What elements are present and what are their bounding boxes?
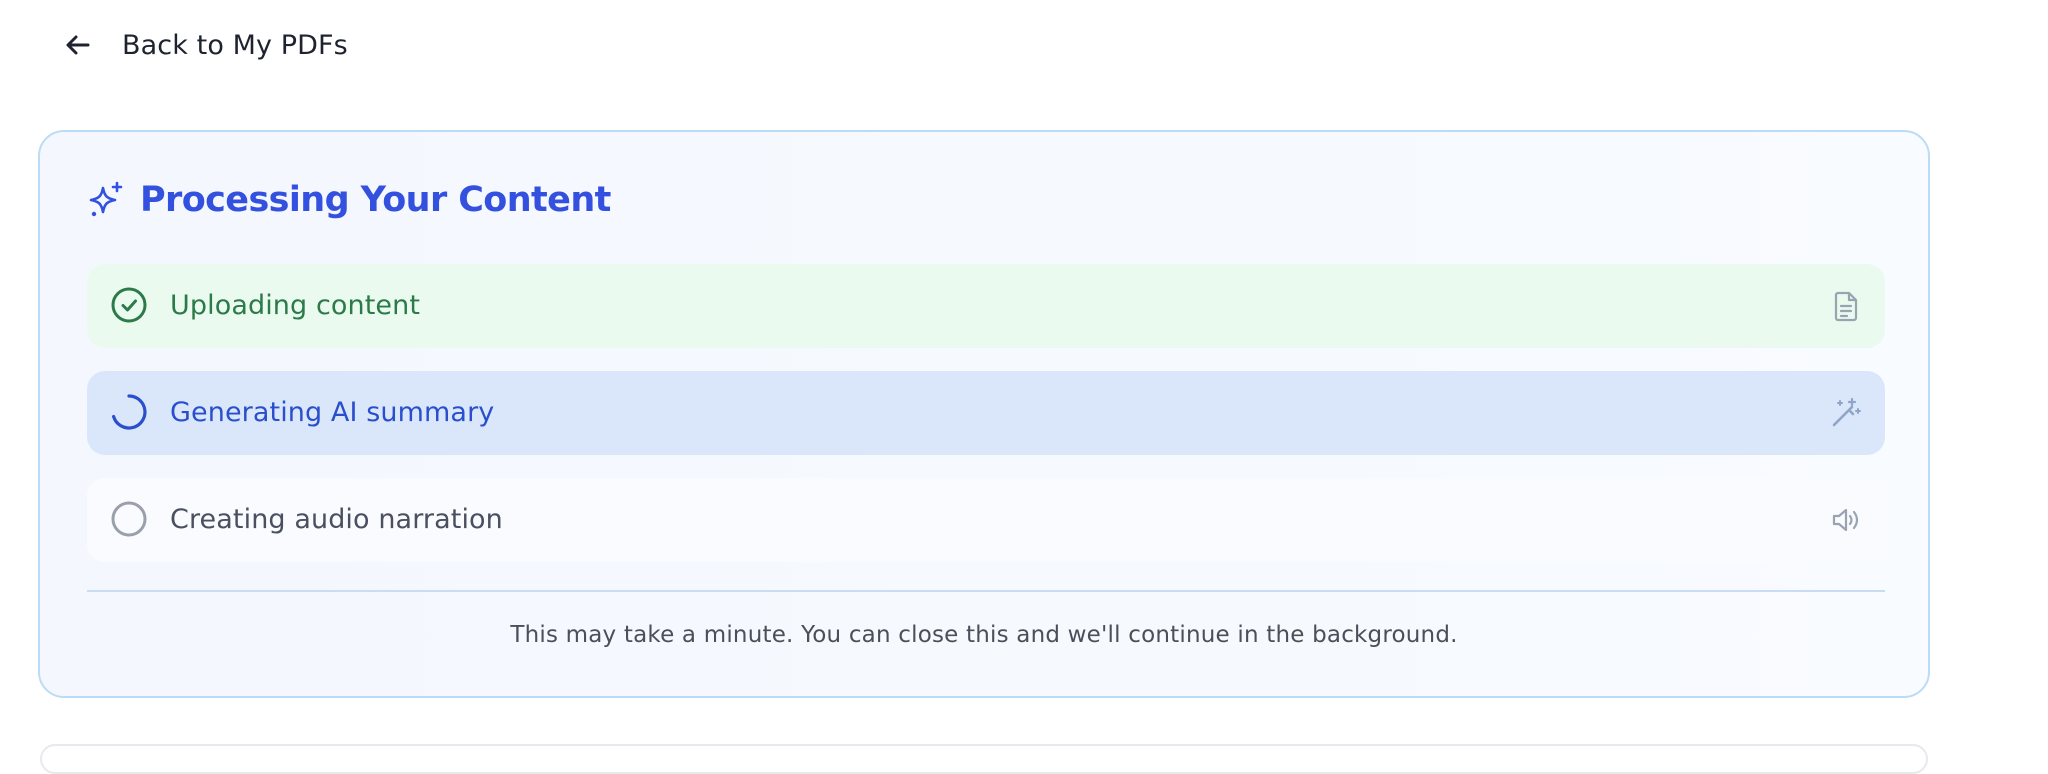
step-uploading-content: Uploading content — [87, 264, 1885, 348]
empty-circle-icon — [109, 499, 149, 539]
step-label: Creating audio narration — [170, 504, 503, 535]
processing-card: Processing Your Content Uploading conten… — [38, 130, 1930, 698]
back-to-pdfs-link[interactable]: Back to My PDFs — [64, 25, 348, 65]
card-divider — [87, 590, 1885, 592]
magic-wand-icon — [1829, 396, 1863, 430]
background-processing-note: This may take a minute. You can close th… — [510, 622, 1458, 648]
check-circle-icon — [109, 285, 149, 325]
step-creating-audio: Creating audio narration — [87, 478, 1885, 562]
arrow-left-icon — [64, 31, 92, 59]
step-label: Generating AI summary — [170, 397, 495, 428]
spinner-icon — [109, 392, 149, 432]
processing-header: Processing Your Content — [86, 180, 611, 220]
sparkles-icon — [86, 180, 126, 220]
step-label: Uploading content — [170, 290, 421, 321]
speaker-icon — [1829, 503, 1863, 537]
step-generating-summary: Generating AI summary — [87, 371, 1885, 455]
back-link-label: Back to My PDFs — [122, 29, 348, 61]
card-title: Processing Your Content — [140, 180, 611, 220]
document-icon — [1829, 289, 1863, 323]
next-card-edge — [40, 744, 1928, 774]
